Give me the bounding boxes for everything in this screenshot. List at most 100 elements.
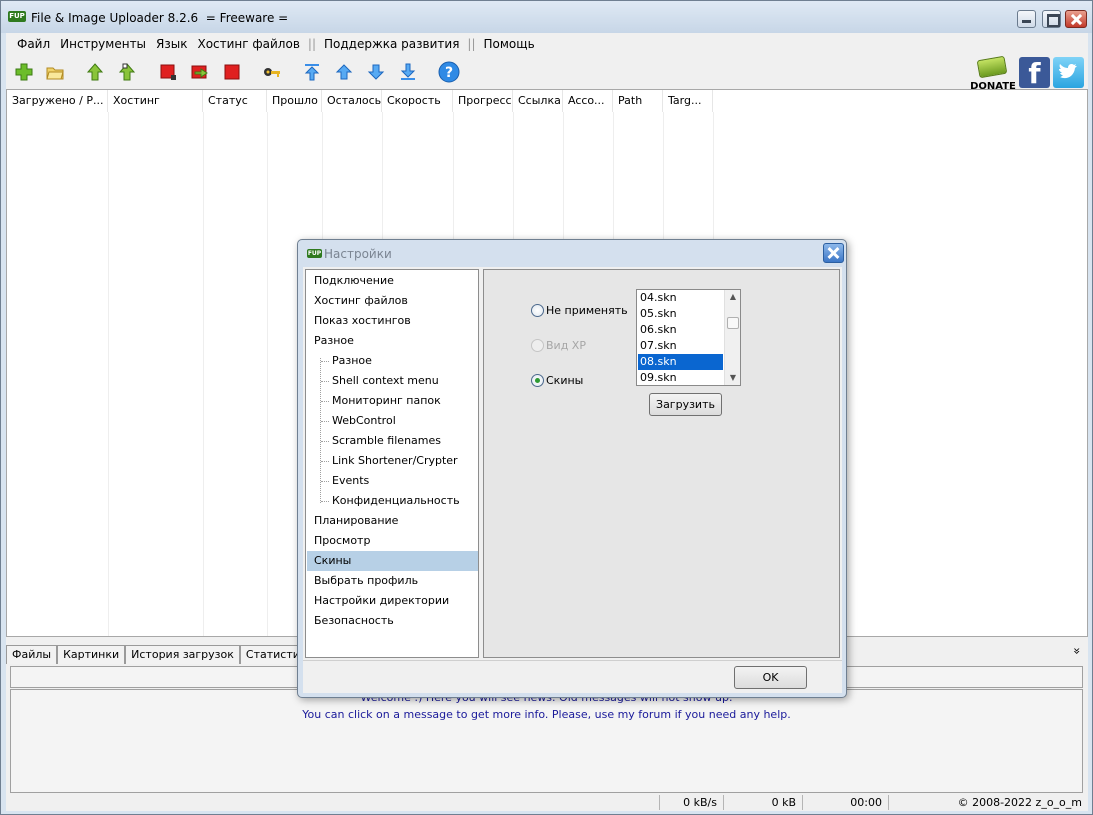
- menu-file[interactable]: Файл: [12, 37, 55, 51]
- column-target[interactable]: Targ...: [663, 90, 713, 112]
- ok-button[interactable]: OK: [734, 666, 807, 689]
- menu-help[interactable]: Помощь: [479, 37, 540, 51]
- radio-skins-label[interactable]: Скины: [546, 374, 583, 387]
- upload-all-icon[interactable]: [118, 63, 136, 81]
- collapse-icon[interactable]: »: [1070, 644, 1084, 658]
- tree-item[interactable]: Настройки директории: [307, 591, 478, 611]
- help-icon[interactable]: ?: [438, 61, 460, 83]
- radio-skins[interactable]: [531, 374, 544, 387]
- skin-list-scrollbar[interactable]: ▲ ▼: [724, 290, 740, 385]
- load-skin-button[interactable]: Загрузить: [649, 393, 722, 416]
- app-logo-icon: FUP: [8, 11, 26, 22]
- tree-connector: [321, 501, 329, 502]
- facebook-icon[interactable]: f: [1019, 57, 1050, 90]
- window-title: File & Image Uploader 8.2.6 = Freeware =: [31, 11, 289, 25]
- tree-connector: [321, 441, 329, 442]
- tree-item[interactable]: Events: [307, 471, 478, 491]
- settings-tree[interactable]: Подключение Хостинг файлов Показ хостингов…: [305, 269, 479, 658]
- skin-item-selected[interactable]: 08.skn: [638, 354, 723, 370]
- tree-item[interactable]: Конфиденциальность: [307, 491, 478, 511]
- upload-icon[interactable]: [86, 63, 104, 81]
- menu-language[interactable]: Язык: [151, 37, 192, 51]
- menu-bar: Файл Инструменты Язык Хостинг файлов || …: [6, 33, 1088, 55]
- move-up-icon[interactable]: [335, 63, 353, 81]
- tree-item[interactable]: Scramble filenames: [307, 431, 478, 451]
- skin-item[interactable]: 07.skn: [638, 338, 723, 354]
- donate-button[interactable]: DONATE: [968, 55, 1018, 92]
- column-speed[interactable]: Скорость: [382, 90, 453, 112]
- tree-connector: [321, 481, 329, 482]
- tree-connector: [321, 401, 329, 402]
- tree-item[interactable]: Мониторинг папок: [307, 391, 478, 411]
- tree-item[interactable]: Shell context menu: [307, 371, 478, 391]
- minimize-button[interactable]: [1017, 10, 1036, 28]
- tree-item[interactable]: Разное: [307, 331, 478, 351]
- tab-images[interactable]: Картинки: [57, 645, 126, 664]
- radio-xp-label: Вид XP: [546, 339, 586, 352]
- settings-dialog: FUP Настройки Подключение Хостинг файлов П…: [297, 239, 847, 698]
- column-path[interactable]: Path: [613, 90, 663, 112]
- money-icon: [976, 55, 1008, 79]
- tree-item[interactable]: Скины: [307, 551, 478, 571]
- column-progress[interactable]: Прогресс: [453, 90, 513, 112]
- radio-none[interactable]: [531, 304, 544, 317]
- import-icon[interactable]: [191, 63, 209, 81]
- scroll-up-icon[interactable]: ▲: [725, 290, 740, 304]
- add-icon[interactable]: [15, 63, 33, 81]
- move-top-icon[interactable]: [303, 63, 321, 81]
- tree-item[interactable]: Разное: [307, 351, 478, 371]
- tree-item[interactable]: Планирование: [307, 511, 478, 531]
- tree-item[interactable]: Безопасность: [307, 611, 478, 631]
- move-down-icon[interactable]: [367, 63, 385, 81]
- news-message[interactable]: You can click on a message to get more i…: [11, 708, 1082, 721]
- dialog-close-button[interactable]: [823, 243, 844, 263]
- twitter-icon[interactable]: [1053, 57, 1084, 88]
- status-divider: [659, 795, 660, 810]
- skin-item[interactable]: 06.skn: [638, 322, 723, 338]
- menu-support[interactable]: Поддержка развития: [319, 37, 464, 51]
- tree-item[interactable]: Просмотр: [307, 531, 478, 551]
- column-status[interactable]: Статус: [203, 90, 267, 112]
- move-bottom-icon[interactable]: [399, 63, 417, 81]
- help-glyph: ?: [445, 65, 453, 81]
- stop-icon[interactable]: [159, 63, 177, 81]
- column-account[interactable]: Acco...: [563, 90, 613, 112]
- scroll-down-icon[interactable]: ▼: [725, 371, 740, 385]
- key-icon[interactable]: [263, 63, 281, 81]
- title-bar[interactable]: FUP File & Image Uploader 8.2.6 = Freewa…: [1, 1, 1092, 33]
- column-hosting[interactable]: Хостинг: [108, 90, 203, 112]
- status-copyright: © 2008-2022 z_o_o_m: [957, 796, 1082, 809]
- skins-panel: Не применять Вид XP Скины 04.skn 05.skn …: [483, 269, 840, 658]
- dialog-footer-divider: [303, 660, 842, 661]
- skin-item[interactable]: 09.skn: [638, 370, 723, 385]
- tab-upload-history[interactable]: История загрузок: [125, 645, 240, 664]
- skin-listbox[interactable]: 04.skn 05.skn 06.skn 07.skn 08.skn 09.sk…: [636, 289, 741, 386]
- close-button[interactable]: [1065, 10, 1087, 28]
- column-uploaded[interactable]: Загружено / Р...: [7, 90, 108, 112]
- stop-all-icon[interactable]: [223, 63, 241, 81]
- skin-item[interactable]: 05.skn: [638, 306, 723, 322]
- maximize-button[interactable]: [1042, 10, 1061, 28]
- tree-connector: [321, 421, 329, 422]
- tab-files[interactable]: Файлы: [6, 645, 58, 664]
- column-divider: [108, 112, 109, 636]
- tree-item[interactable]: Подключение: [307, 271, 478, 291]
- tree-connector: [321, 361, 329, 362]
- tree-item[interactable]: Link Shortener/Crypter: [307, 451, 478, 471]
- tree-item[interactable]: Хостинг файлов: [307, 291, 478, 311]
- tree-item[interactable]: Выбрать профиль: [307, 571, 478, 591]
- dialog-title: Настройки: [324, 247, 392, 261]
- tree-item[interactable]: Показ хостингов: [307, 311, 478, 331]
- radio-none-label[interactable]: Не применять: [546, 304, 628, 317]
- tree-item[interactable]: WebControl: [307, 411, 478, 431]
- menu-tools[interactable]: Инструменты: [55, 37, 151, 51]
- news-panel[interactable]: Welcome :) Here you will see news. Old m…: [10, 689, 1083, 793]
- open-folder-icon[interactable]: [46, 63, 64, 81]
- menu-file-hosting[interactable]: Хостинг файлов: [192, 37, 304, 51]
- tree-connector: [321, 461, 329, 462]
- column-remaining[interactable]: Осталось: [322, 90, 382, 112]
- skin-item[interactable]: 04.skn: [638, 290, 723, 306]
- column-elapsed[interactable]: Прошло: [267, 90, 322, 112]
- column-link[interactable]: Ссылка: [513, 90, 563, 112]
- scroll-thumb[interactable]: [727, 317, 739, 329]
